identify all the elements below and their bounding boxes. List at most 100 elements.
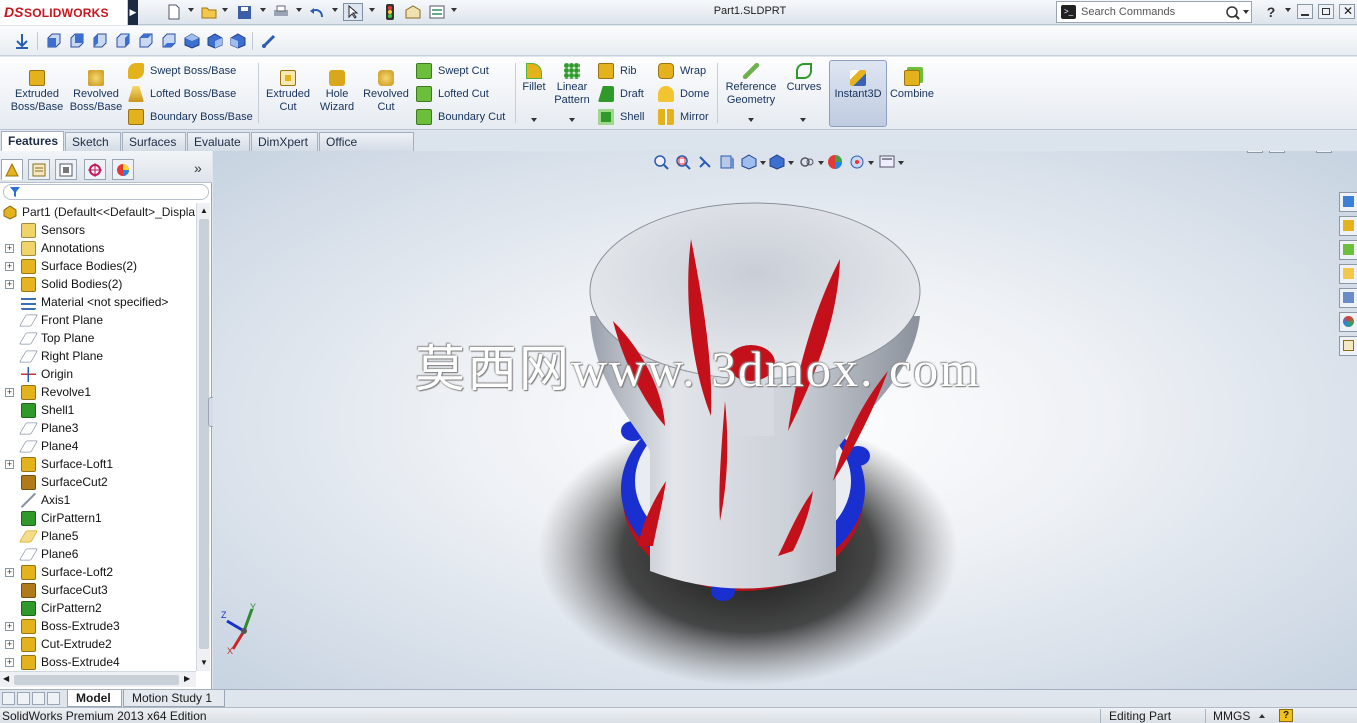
- configurationmanager-tab[interactable]: [55, 159, 77, 180]
- curves-button[interactable]: Curves: [783, 63, 825, 94]
- tree-item[interactable]: Plane4: [0, 437, 196, 455]
- graphics-viewport[interactable]: 莫西网www. 3dmox. com ✕ Y Z X: [213, 151, 1357, 689]
- tree-item[interactable]: + Surface Bodies(2): [0, 257, 196, 275]
- help-button[interactable]: ?: [1261, 3, 1281, 21]
- taskpane-view-palette[interactable]: [1339, 264, 1357, 284]
- revolved-boss-base-button[interactable]: Revolved Boss/Base: [68, 70, 124, 114]
- fillet-button[interactable]: Fillet: [519, 63, 549, 94]
- help-dropdown-icon[interactable]: [1285, 8, 1291, 12]
- tree-root-part1[interactable]: Part1 (Default<<Default>_Displa: [0, 203, 196, 221]
- sketch-link-icon[interactable]: [261, 33, 277, 49]
- normal-to-icon[interactable]: [14, 33, 30, 49]
- hide-show-items-icon[interactable]: [799, 154, 815, 170]
- scroll-up-icon[interactable]: ▲: [200, 206, 208, 215]
- tree-item[interactable]: + Revolve1: [0, 383, 196, 401]
- taskpane-appearances[interactable]: [1339, 288, 1357, 308]
- linear-pattern-dropdown-icon[interactable]: [569, 118, 575, 122]
- vp-tile-horizontal-button[interactable]: [1247, 151, 1263, 153]
- expand-toggle-icon[interactable]: +: [5, 459, 14, 469]
- tree-item[interactable]: + Solid Bodies(2): [0, 275, 196, 293]
- tab-surfaces[interactable]: Surfaces: [122, 132, 186, 151]
- tree-item[interactable]: Front Plane: [0, 311, 196, 329]
- tree-item[interactable]: CirPattern1: [0, 509, 196, 527]
- trimetric-view-icon[interactable]: [207, 33, 223, 49]
- dimetric-view-icon[interactable]: [230, 33, 246, 49]
- tree-item[interactable]: Right Plane: [0, 347, 196, 365]
- propertymanager-tab[interactable]: [28, 159, 50, 180]
- hole-wizard-button[interactable]: Hole Wizard: [316, 70, 358, 114]
- isometric-view-icon[interactable]: [184, 33, 200, 49]
- extruded-cut-button[interactable]: Extruded Cut: [263, 70, 313, 114]
- units-dropdown-icon[interactable]: [1259, 714, 1265, 718]
- view-settings-icon[interactable]: [879, 154, 895, 170]
- reference-geometry-dropdown-icon[interactable]: [748, 118, 754, 122]
- tab-model[interactable]: Model: [67, 690, 122, 707]
- lofted-boss-base-button[interactable]: Lofted Boss/Base: [128, 84, 236, 104]
- quick-tips-help-icon[interactable]: ?: [1279, 709, 1293, 722]
- combine-button[interactable]: Combine: [889, 70, 935, 101]
- tree-item[interactable]: SurfaceCut3: [0, 581, 196, 599]
- first-tab-nav-button[interactable]: [2, 692, 15, 705]
- scroll-right-icon[interactable]: ▶: [184, 674, 190, 683]
- shell-button[interactable]: Shell: [598, 107, 644, 127]
- search-icon[interactable]: [1225, 5, 1241, 21]
- search-dropdown-icon[interactable]: [1243, 10, 1249, 14]
- swept-boss-base-button[interactable]: Swept Boss/Base: [128, 61, 236, 81]
- save-dropdown-icon[interactable]: [260, 8, 266, 12]
- scroll-thumb[interactable]: [14, 675, 179, 685]
- tree-item[interactable]: Origin: [0, 365, 196, 383]
- expand-toggle-icon[interactable]: +: [5, 639, 14, 649]
- mirror-button[interactable]: Mirror: [658, 107, 709, 127]
- view-settings-dropdown-icon[interactable]: [898, 161, 904, 165]
- expand-toggle-icon[interactable]: +: [5, 279, 14, 289]
- dimxpertmanager-tab[interactable]: [84, 159, 106, 180]
- undo-dropdown-icon[interactable]: [332, 8, 338, 12]
- tab-dimxpert[interactable]: DimXpert: [251, 132, 318, 151]
- dome-button[interactable]: Dome: [658, 84, 709, 104]
- boundary-boss-base-button[interactable]: Boundary Boss/Base: [128, 107, 253, 127]
- hide-show-dropdown-icon[interactable]: [818, 161, 824, 165]
- tab-features[interactable]: Features: [1, 131, 64, 151]
- curves-dropdown-icon[interactable]: [800, 118, 806, 122]
- expand-toggle-icon[interactable]: +: [5, 621, 14, 631]
- view-orientation-dropdown-icon[interactable]: [760, 161, 766, 165]
- tab-evaluate[interactable]: Evaluate: [187, 132, 250, 151]
- last-tab-nav-button[interactable]: [47, 692, 60, 705]
- next-tab-nav-button[interactable]: [32, 692, 45, 705]
- vp-tile-vertical-button[interactable]: [1269, 151, 1285, 153]
- search-commands-field[interactable]: >_ Search Commands: [1056, 1, 1252, 23]
- tree-vertical-scrollbar[interactable]: ▲ ▼: [196, 203, 210, 671]
- extruded-boss-base-button[interactable]: Extruded Boss/Base: [8, 70, 66, 114]
- expand-toggle-icon[interactable]: +: [5, 657, 14, 667]
- taskpane-scenes[interactable]: [1339, 312, 1357, 332]
- display-style-icon[interactable]: [769, 154, 785, 170]
- tree-item[interactable]: SurfaceCut2: [0, 473, 196, 491]
- tree-item[interactable]: Axis1: [0, 491, 196, 509]
- boundary-cut-button[interactable]: Boundary Cut: [416, 107, 505, 127]
- zoom-to-area-icon[interactable]: [675, 154, 691, 170]
- scroll-left-icon[interactable]: ◀: [3, 674, 9, 683]
- open-button[interactable]: [199, 3, 219, 21]
- zoom-to-fit-icon[interactable]: [653, 154, 669, 170]
- front-view-icon[interactable]: [46, 33, 62, 49]
- tree-item[interactable]: + Surface-Loft1: [0, 455, 196, 473]
- solidworks-logo[interactable]: DS SOLIDWORKS: [0, 0, 128, 25]
- previous-view-icon[interactable]: [697, 154, 713, 170]
- tree-item[interactable]: Plane6: [0, 545, 196, 563]
- minimize-window-button[interactable]: [1297, 4, 1313, 19]
- featuremanager-tab[interactable]: [1, 159, 23, 180]
- wrap-button[interactable]: Wrap: [658, 61, 706, 81]
- tree-item[interactable]: + Boss-Extrude4: [0, 653, 196, 671]
- taskpane-design-library[interactable]: [1339, 216, 1357, 236]
- expand-toggle-icon[interactable]: +: [5, 243, 14, 253]
- vp-minimize-button[interactable]: [1295, 151, 1311, 153]
- tree-item[interactable]: + Annotations: [0, 239, 196, 257]
- draft-button[interactable]: Draft: [598, 84, 644, 104]
- open-dropdown-icon[interactable]: [222, 8, 228, 12]
- rebuild-button[interactable]: [380, 3, 400, 21]
- taskpane-custom-properties[interactable]: [1339, 336, 1357, 356]
- edit-appearance-icon[interactable]: [827, 154, 843, 170]
- tree-item[interactable]: + Surface-Loft2: [0, 563, 196, 581]
- print-dropdown-icon[interactable]: [296, 8, 302, 12]
- vp-restore-button[interactable]: [1316, 151, 1332, 153]
